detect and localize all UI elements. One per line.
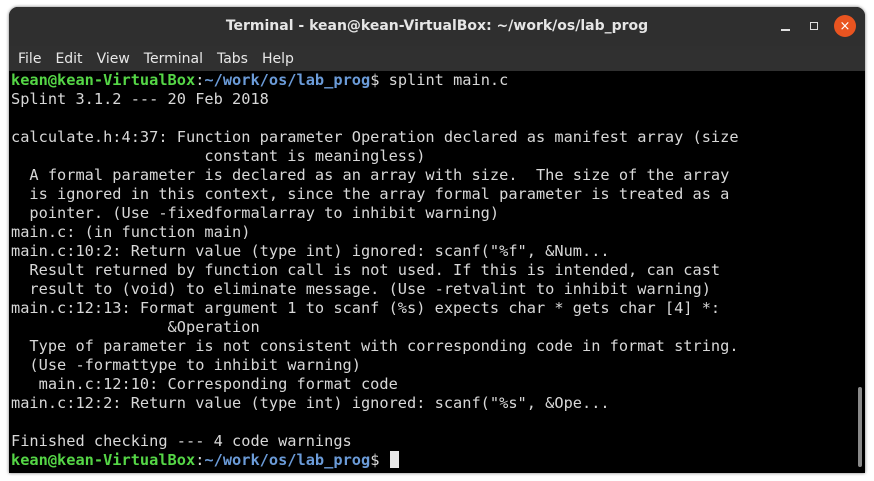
minimize-icon [780,28,790,31]
output-line: calculate.h:4:37: Function parameter Ope… [11,128,739,146]
prompt-path: ~/work/os/lab_prog [204,71,371,89]
maximize-icon [810,22,818,30]
terminal-window: Terminal - kean@kean-VirtualBox: ~/work/… [9,7,865,473]
menu-file[interactable]: File [9,51,48,67]
scrollbar[interactable] [855,71,865,473]
output-line: result to (void) to eliminate message. (… [11,280,711,298]
maximize-button[interactable] [803,15,825,37]
title-bar[interactable]: Terminal - kean@kean-VirtualBox: ~/work/… [9,7,865,46]
text-cursor [389,451,399,468]
output-line: constant is meaningless) [11,147,426,165]
output-line: A formal parameter is declared as an arr… [11,166,730,184]
menu-help[interactable]: Help [255,51,301,67]
output-line: main.c:10:2: Return value (type int) ign… [11,242,610,260]
output-line: main.c:12:13: Format argument 1 to scanf… [11,299,721,317]
prompt-dollar: $ [370,451,380,469]
output-line: main.c:12:2: Return value (type int) ign… [11,394,610,412]
output-line: Splint 3.1.2 --- 20 Feb 2018 [11,90,269,108]
prompt-user-host: kean@kean-VirtualBox [11,451,196,469]
terminal-output[interactable]: kean@kean-VirtualBox:~/work/os/lab_prog$… [9,71,855,473]
menu-bar: File Edit View Terminal Tabs Help [9,46,865,71]
prompt-path: ~/work/os/lab_prog [204,451,371,469]
output-line: Result returned by function call is not … [11,261,721,279]
output-line: is ignored in this context, since the ar… [11,185,730,203]
output-line: (Use -formattype to inhibit warning) [11,356,361,374]
output-line: Finished checking --- 4 code warnings [11,432,352,450]
menu-terminal[interactable]: Terminal [137,51,210,67]
close-icon: × [839,18,851,34]
menu-view[interactable]: View [90,51,137,67]
close-button[interactable]: × [834,15,856,37]
menu-edit[interactable]: Edit [48,51,89,67]
scrollbar-thumb[interactable] [858,387,862,467]
window-title: Terminal - kean@kean-VirtualBox: ~/work/… [225,18,649,34]
prompt-line-command: kean@kean-VirtualBox:~/work/os/lab_prog$… [11,71,508,90]
prompt-line-current: kean@kean-VirtualBox:~/work/os/lab_prog$ [11,451,399,470]
output-line: Type of parameter is not consistent with… [11,337,739,355]
minimize-button[interactable] [774,15,796,37]
menu-tabs[interactable]: Tabs [210,51,255,67]
output-line: main.c:12:10: Corresponding format code [11,375,398,393]
prompt-user-host: kean@kean-VirtualBox [11,71,196,89]
output-line: &Operation [11,318,260,336]
output-line: main.c: (in function main) [11,223,251,241]
command-text: splint main.c [379,71,509,89]
output-line: pointer. (Use -fixedformalarray to inhib… [11,204,500,222]
